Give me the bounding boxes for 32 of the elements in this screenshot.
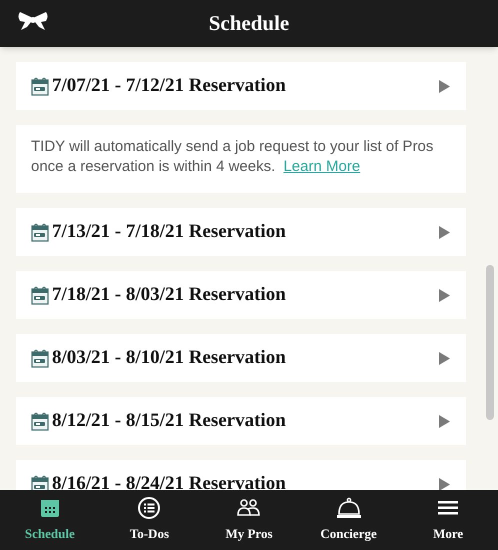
reservation-row[interactable]: 8/16/21 - 8/24/21 Reservation	[16, 460, 466, 490]
scrollbar[interactable]	[486, 265, 494, 420]
calendar-icon	[31, 222, 49, 242]
nav-tab[interactable]: To-Dos	[100, 490, 200, 550]
info-text: TIDY will automatically send a job request to your list of Pros once a reservation is within 4 weeks. Learn More	[31, 137, 434, 177]
nav-tab[interactable]: Concierge	[298, 490, 398, 550]
reservation-row[interactable]: 8/12/21 - 8/15/21 Reservation	[16, 397, 466, 445]
nav-tab[interactable]: Schedule	[0, 490, 100, 550]
calendar-icon	[31, 76, 49, 96]
calendar-icon	[31, 348, 49, 368]
calendar-icon	[40, 498, 60, 518]
play-icon	[438, 414, 450, 428]
reservation-row[interactable]: 7/18/21 - 8/03/21 Reservation	[16, 271, 466, 319]
nav-tab[interactable]: More	[398, 490, 498, 550]
play-icon	[438, 80, 450, 92]
calendar-icon	[31, 474, 49, 490]
page-title: Schedule	[208, 10, 290, 37]
bow-icon[interactable]	[17, 11, 49, 31]
service-bell-icon	[336, 497, 362, 520]
reservation-row[interactable]: 7/13/21 - 7/18/21 Reservation	[16, 208, 466, 256]
people-icon	[236, 499, 261, 518]
play-icon	[438, 288, 450, 302]
play-icon	[438, 226, 450, 238]
play-icon	[438, 352, 450, 364]
play-icon	[438, 478, 450, 490]
menu-icon	[438, 500, 458, 516]
reservation-row[interactable]: 7/07/21 - 7/12/21 Reservation	[16, 62, 466, 110]
nav-tab[interactable]: My Pros	[199, 490, 299, 550]
calendar-icon	[31, 412, 49, 430]
calendar-icon	[31, 286, 49, 304]
list-icon	[138, 497, 160, 520]
reservation-row[interactable]: 8/03/21 - 8/10/21 Reservation	[16, 334, 466, 382]
